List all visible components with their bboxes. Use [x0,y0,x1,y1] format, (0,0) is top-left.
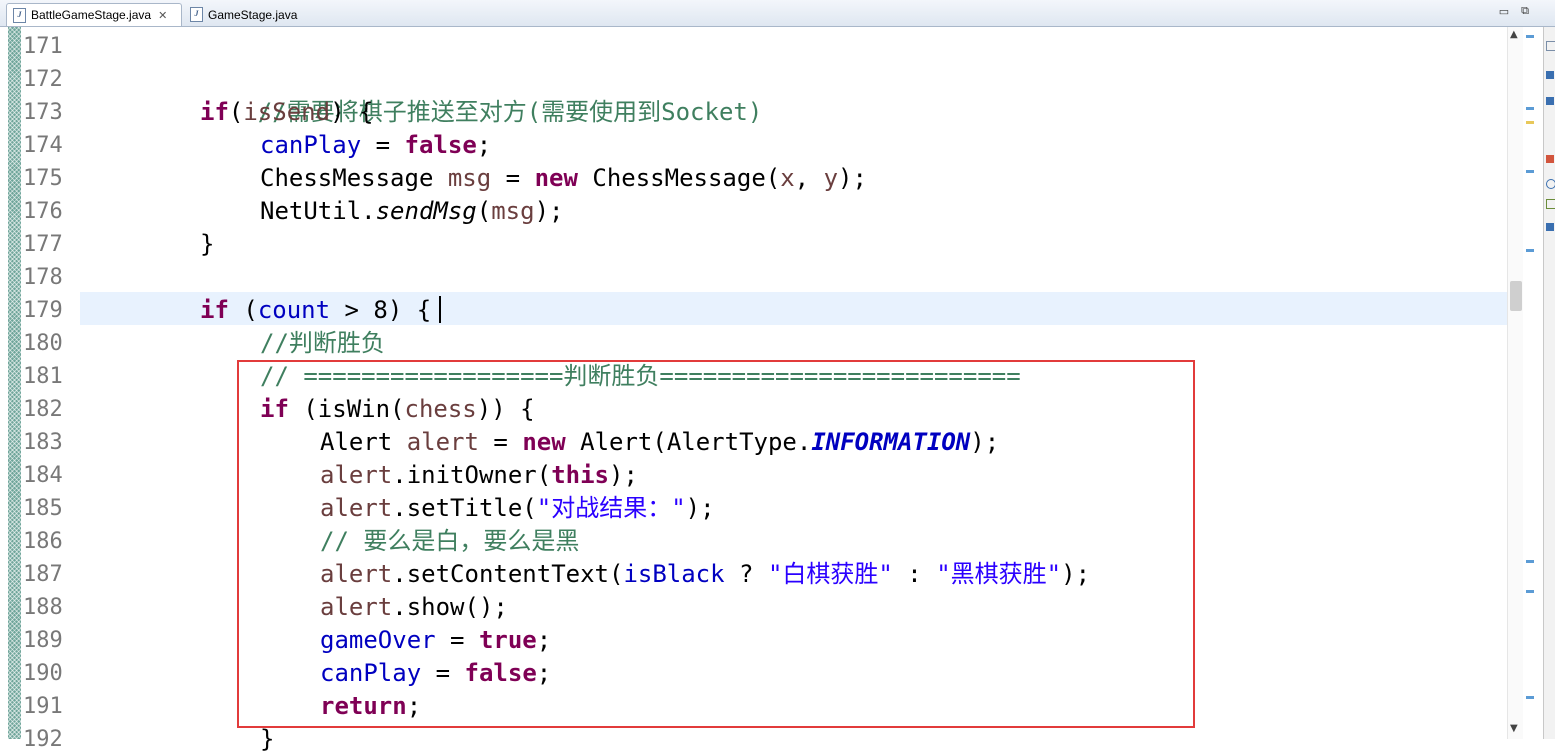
line-number: 172 [23,67,63,92]
line-number: 187 [23,562,63,587]
overview-ruler[interactable] [1523,27,1537,739]
code-text: ); [534,197,564,225]
editor-tab-bar: J BattleGameStage.java ✕ J GameStage.jav… [0,0,1555,27]
tab-gamestage[interactable]: J GameStage.java [184,3,314,26]
code-text: , [794,164,824,192]
code-text: ChessMessage( [577,164,781,192]
code-line: //判断胜负 [260,327,385,360]
java-file-icon: J [13,7,26,23]
local-variable: msg [491,197,535,225]
line-number: 175 [23,166,63,191]
panel-icon[interactable] [1546,97,1554,105]
keyword: if [200,98,229,126]
text-caret [439,296,441,323]
field: count [257,296,331,324]
panel-icon[interactable] [1546,199,1555,209]
tab-battlegamestage[interactable]: J BattleGameStage.java ✕ [6,3,182,26]
maximize-icon[interactable]: ⧉ [1521,5,1529,18]
vertical-scrollbar[interactable]: ▲ ▼ [1507,27,1524,739]
code-text: ) { [330,98,374,126]
scroll-down-icon[interactable]: ▼ [1510,723,1518,734]
local-variable: y [823,164,839,192]
code-text: ; [476,131,492,159]
annotation-marker[interactable] [1526,696,1534,699]
panel-icon[interactable] [1546,179,1555,189]
code-text: = [361,131,405,159]
line-number: 178 [23,265,63,290]
panel-icon[interactable] [1546,41,1555,51]
keyword: if [200,296,229,324]
java-file-icon: J [190,7,203,22]
annotation-marker[interactable] [1526,590,1534,593]
static-method: sendMsg [375,197,477,225]
code-text: ( [228,296,258,324]
local-variable: x [780,164,795,192]
code-line: if (count > 8) { [200,294,431,327]
line-number: 184 [23,463,63,488]
code-line: ChessMessage msg = new ChessMessage(x, y… [260,162,867,195]
line-number: 180 [23,331,63,356]
scroll-up-icon[interactable]: ▲ [1510,29,1518,40]
annotation-marker[interactable] [1526,560,1534,563]
keyword: new [534,164,578,192]
class-name: NetUtil. [260,197,376,225]
annotation-marker[interactable] [1526,35,1534,38]
annotation-ruler [8,27,21,739]
line-number: 182 [23,397,63,422]
tab-label: GameStage.java [208,7,298,22]
annotation-marker[interactable] [1526,107,1534,110]
field: canPlay [260,131,362,159]
code-text: ( [476,197,492,225]
warning-marker[interactable] [1526,121,1534,124]
line-number: 191 [23,694,63,719]
code-text: } [260,725,275,753]
line-number: 186 [23,529,63,554]
panel-icon[interactable] [1546,223,1554,231]
window-controls: ▭ ⧉ [1499,5,1529,18]
line-number-gutter: 171 172 173 174 175 176 177 178 179 180 … [23,27,77,752]
annotation-marker[interactable] [1526,249,1534,252]
minimize-icon[interactable]: ▭ [1499,5,1509,18]
type-name: ChessMessage [260,164,448,192]
keyword: false [404,131,477,159]
code-text: } [200,230,215,258]
line-number: 185 [23,496,63,521]
code-line: NetUtil.sendMsg(msg); [260,195,563,228]
tab-label: BattleGameStage.java [31,8,152,22]
line-number: 173 [23,100,63,125]
line-number: 171 [23,34,63,59]
scrollbar-thumb[interactable] [1510,281,1522,311]
code-line: canPlay = false; [260,129,491,162]
line-number: 183 [23,430,63,455]
comment: //判断胜负 [260,329,385,357]
line-number: 189 [23,628,63,653]
line-number: 181 [23,364,63,389]
line-number: 176 [23,199,63,224]
line-number: 179 [23,298,63,323]
close-icon[interactable]: ✕ [158,9,167,22]
variable: isSend [243,98,331,126]
code-line: //需要将棋子推送至对方(需要使用到Socket) [200,63,763,126]
highlight-box [237,360,1195,728]
code-line: if(isSend) { [200,96,373,129]
code-text: ); [838,164,867,192]
annotation-marker[interactable] [1526,170,1534,173]
code-line: } [200,228,214,261]
side-panel-strip [1543,27,1555,739]
line-number: 177 [23,232,63,257]
code-text: ( [228,98,244,126]
panel-icon[interactable] [1546,71,1554,79]
panel-icon[interactable] [1546,155,1554,163]
line-number: 192 [23,727,63,752]
code-text: = [491,164,535,192]
code-text: > 8) { [330,296,432,324]
local-variable: msg [447,164,492,192]
line-number: 174 [23,133,63,158]
line-number: 190 [23,661,63,686]
line-number: 188 [23,595,63,620]
